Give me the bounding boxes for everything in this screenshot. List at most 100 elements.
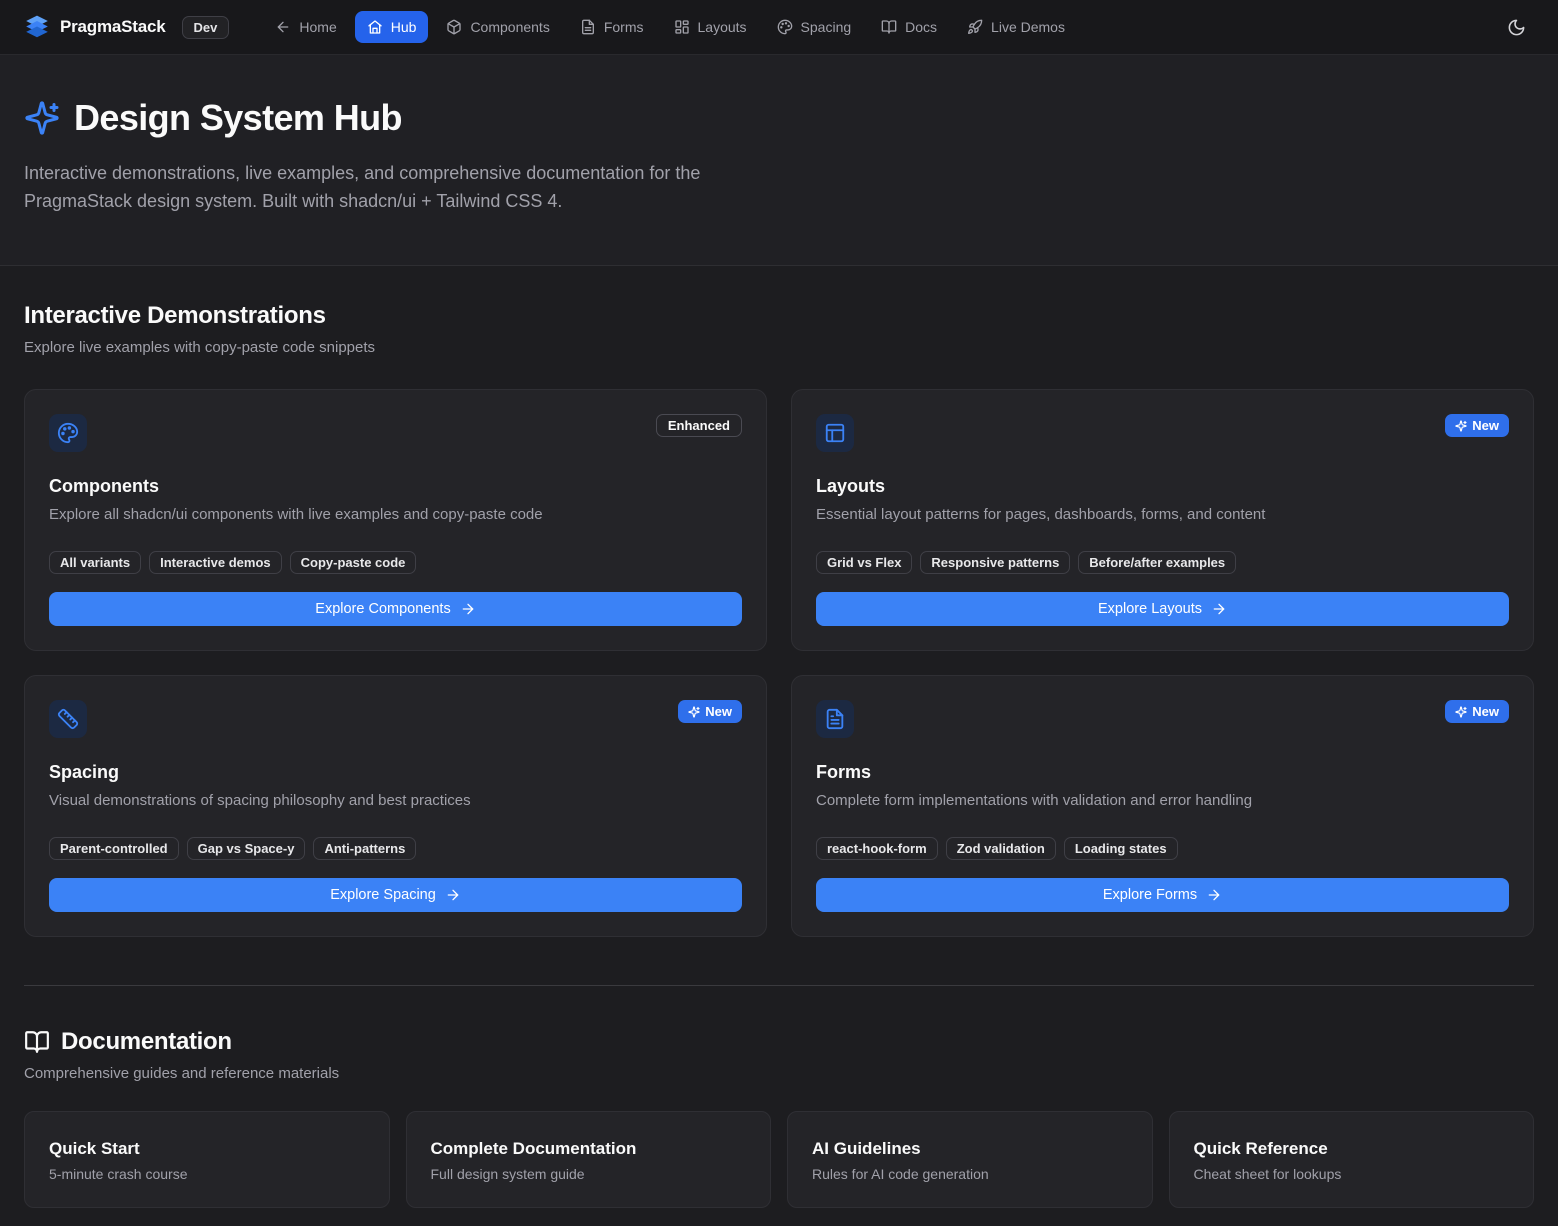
sparkles-icon	[688, 706, 700, 718]
nav-item-label: Spacing	[801, 19, 852, 35]
new-badge: New	[678, 700, 742, 723]
nav-item-label: Home	[299, 19, 336, 35]
tag: Parent-controlled	[49, 837, 179, 860]
book-open-icon	[881, 19, 897, 35]
doc-card-description: Cheat sheet for lookups	[1194, 1166, 1510, 1182]
nav-item-live-demos[interactable]: Live Demos	[955, 11, 1077, 43]
doc-card-quick-reference[interactable]: Quick Reference Cheat sheet for lookups	[1169, 1111, 1535, 1208]
nav-item-label: Forms	[604, 19, 644, 35]
cta-label: Explore Components	[315, 601, 450, 617]
badge-label: New	[1472, 418, 1499, 433]
page-title: Design System Hub	[74, 97, 402, 139]
ruler-icon	[57, 708, 79, 730]
explore-layouts-button[interactable]: Explore Layouts	[816, 592, 1509, 626]
cta-label: Explore Forms	[1103, 887, 1197, 903]
tag: Before/after examples	[1078, 551, 1236, 574]
demos-heading: Interactive Demonstrations	[24, 302, 1534, 330]
brand-name: PragmaStack	[60, 17, 166, 37]
sparkles-icon	[1455, 706, 1467, 718]
doc-card-description: Full design system guide	[431, 1166, 747, 1182]
nav-item-hub[interactable]: Hub	[355, 11, 429, 43]
tag-row: Parent-controlled Gap vs Space-y Anti-pa…	[49, 837, 742, 860]
main-nav: Home Hub Components Forms Layouts Spacin…	[263, 11, 1077, 43]
doc-card-complete-documentation[interactable]: Complete Documentation Full design syste…	[406, 1111, 772, 1208]
tag: Grid vs Flex	[816, 551, 912, 574]
sparkles-icon	[24, 100, 60, 136]
new-badge: New	[1445, 700, 1509, 723]
doc-card-quick-start[interactable]: Quick Start 5-minute crash course	[24, 1111, 390, 1208]
doc-card-title: Complete Documentation	[431, 1139, 747, 1159]
nav-item-layouts[interactable]: Layouts	[662, 11, 759, 43]
tag: Gap vs Space-y	[187, 837, 306, 860]
doc-card-title: AI Guidelines	[812, 1139, 1128, 1159]
docs-subheading: Comprehensive guides and reference mater…	[24, 1065, 1534, 1082]
arrow-left-icon	[275, 19, 291, 35]
file-text-icon	[580, 19, 596, 35]
spacing-icon-tile	[49, 700, 87, 738]
nav-item-components[interactable]: Components	[434, 11, 561, 43]
hero-section: Design System Hub Interactive demonstrat…	[0, 55, 1558, 266]
arrow-right-icon	[460, 601, 476, 617]
docs-card-grid: Quick Start 5-minute crash course Comple…	[24, 1111, 1534, 1208]
card-title: Forms	[816, 762, 1509, 783]
explore-forms-button[interactable]: Explore Forms	[816, 878, 1509, 912]
doc-card-ai-guidelines[interactable]: AI Guidelines Rules for AI code generati…	[787, 1111, 1153, 1208]
doc-card-description: Rules for AI code generation	[812, 1166, 1128, 1182]
badge-label: New	[1472, 704, 1499, 719]
demo-card-forms: New Forms Complete form implementations …	[791, 675, 1534, 937]
page-subtitle: Interactive demonstrations, live example…	[24, 159, 764, 215]
forms-icon-tile	[816, 700, 854, 738]
tag: All variants	[49, 551, 141, 574]
nav-item-home[interactable]: Home	[263, 11, 348, 43]
file-text-icon	[824, 708, 846, 730]
doc-card-description: 5-minute crash course	[49, 1166, 365, 1182]
card-description: Visual demonstrations of spacing philoso…	[49, 790, 742, 811]
explore-spacing-button[interactable]: Explore Spacing	[49, 878, 742, 912]
nav-item-label: Components	[470, 19, 549, 35]
box-icon	[446, 19, 462, 35]
palette-icon	[57, 422, 79, 444]
explore-components-button[interactable]: Explore Components	[49, 592, 742, 626]
rocket-icon	[967, 19, 983, 35]
card-description: Complete form implementations with valid…	[816, 790, 1509, 811]
arrow-right-icon	[1211, 601, 1227, 617]
tag: Copy-paste code	[290, 551, 417, 574]
doc-card-title: Quick Start	[49, 1139, 365, 1159]
nav-item-docs[interactable]: Docs	[869, 11, 949, 43]
tag: Anti-patterns	[313, 837, 416, 860]
components-icon-tile	[49, 414, 87, 452]
arrow-right-icon	[445, 887, 461, 903]
arrow-right-icon	[1206, 887, 1222, 903]
demo-card-grid: Enhanced Components Explore all shadcn/u…	[24, 389, 1534, 937]
demo-card-components: Enhanced Components Explore all shadcn/u…	[24, 389, 767, 651]
demo-card-spacing: New Spacing Visual demonstrations of spa…	[24, 675, 767, 937]
tag-row: react-hook-form Zod validation Loading s…	[816, 837, 1509, 860]
tag: Interactive demos	[149, 551, 282, 574]
panels-top-left-icon	[824, 422, 846, 444]
docs-heading: Documentation	[61, 1028, 232, 1056]
env-badge: Dev	[182, 16, 230, 39]
tag-row: Grid vs Flex Responsive patterns Before/…	[816, 551, 1509, 574]
badge-label: New	[705, 704, 732, 719]
brand[interactable]: PragmaStack Dev	[24, 14, 229, 40]
card-description: Explore all shadcn/ui components with li…	[49, 504, 742, 525]
tag: Responsive patterns	[920, 551, 1070, 574]
nav-item-forms[interactable]: Forms	[568, 11, 656, 43]
tag: react-hook-form	[816, 837, 938, 860]
nav-item-label: Live Demos	[991, 19, 1065, 35]
nav-item-label: Layouts	[698, 19, 747, 35]
sparkles-icon	[1455, 420, 1467, 432]
top-navbar: PragmaStack Dev Home Hub Components Form…	[0, 0, 1558, 55]
cta-label: Explore Layouts	[1098, 601, 1202, 617]
book-open-icon	[24, 1029, 50, 1055]
card-title: Layouts	[816, 476, 1509, 497]
card-title: Components	[49, 476, 742, 497]
palette-icon	[777, 19, 793, 35]
tag-row: All variants Interactive demos Copy-past…	[49, 551, 742, 574]
cta-label: Explore Spacing	[330, 887, 436, 903]
section-divider	[24, 985, 1534, 986]
theme-toggle-button[interactable]	[1498, 9, 1534, 45]
demo-card-layouts: New Layouts Essential layout patterns fo…	[791, 389, 1534, 651]
nav-item-spacing[interactable]: Spacing	[765, 11, 864, 43]
layers-logo-icon	[24, 14, 50, 40]
